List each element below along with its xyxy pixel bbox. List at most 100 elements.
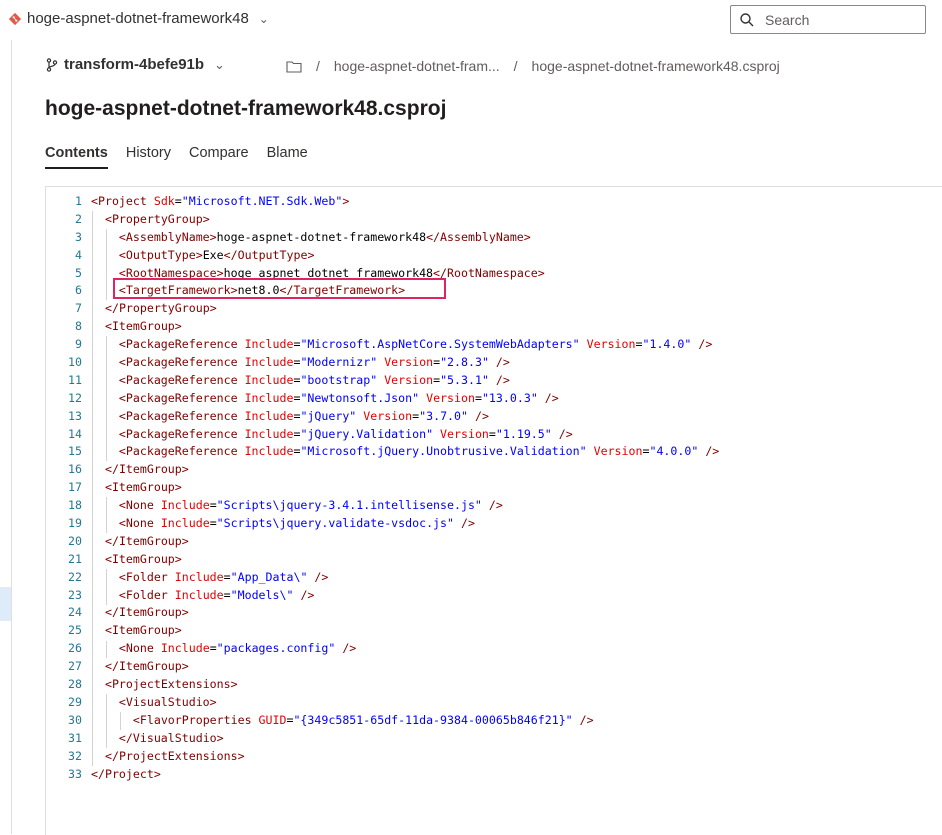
line-text: <PackageReference Include="Newtonsoft.Js… [118,390,559,405]
tab-history[interactable]: History [126,145,171,169]
code-line: 20 </ItemGroup> [46,533,719,551]
line-number: 20 [68,533,82,548]
line-text: </VisualStudio> [118,730,224,745]
line-text: <Project Sdk="Microsoft.NET.Sdk.Web"> [91,194,350,208]
code-line: 22 <Folder Include="App_Data\" /> [46,569,719,587]
line-number: 7 [75,301,82,316]
line-text: <ItemGroup> [104,319,182,334]
file-tabs: Contents History Compare Blame [45,145,326,169]
code-line: 8 <ItemGroup> [46,318,719,336]
code-line: 10 <PackageReference Include="Modernizr"… [46,354,719,372]
line-number: 2 [75,211,82,226]
code-line: 28 <ProjectExtensions> [46,676,719,694]
line-text: <PackageReference Include="Microsoft.jQu… [118,444,720,459]
line-number: 33 [68,766,82,781]
code-line: 32 </ProjectExtensions> [46,748,719,766]
line-number: 31 [68,730,82,745]
line-number: 11 [68,372,82,387]
line-number: 29 [68,694,82,709]
repo-name: hoge-aspnet-dotnet-framework48 [27,10,249,27]
breadcrumb-file[interactable]: hoge-aspnet-dotnet-framework48.csproj [532,58,780,74]
code-line: 3 <AssemblyName>hoge-aspnet-dotnet-frame… [46,229,719,247]
chevron-down-icon: ⌄ [214,56,225,72]
target-framework-highlight [113,278,446,299]
code-line: 19 <None Include="Scripts\jquery.validat… [46,515,719,533]
indent-guide [120,712,121,730]
line-number: 5 [75,265,82,280]
branch-icon [46,57,58,72]
line-text: <PackageReference Include="jQuery.Valida… [118,426,573,441]
line-text: <Folder Include="Models\" /> [118,587,315,602]
indent-guide [106,640,107,659]
code-line: 30 <FlavorProperties GUID="{349c5851-65d… [46,712,719,730]
line-number: 14 [68,426,82,441]
line-number: 24 [68,605,82,620]
line-number: 3 [75,229,82,244]
line-number: 28 [68,677,82,692]
line-text: <None Include="Scripts\jquery.validate-v… [118,516,475,531]
line-number: 17 [68,480,82,495]
code-line: 7 </PropertyGroup> [46,300,719,318]
code-line: 21 <ItemGroup> [46,551,719,569]
search-box[interactable] [730,5,926,34]
chevron-down-icon: ⌄ [258,11,269,26]
search-input[interactable] [763,10,917,29]
breadcrumb-folder[interactable]: hoge-aspnet-dotnet-fram... [334,58,500,74]
line-text: <ItemGroup> [104,551,182,566]
indent-guide [106,568,107,605]
line-text: <Folder Include="App_Data\" /> [118,569,329,584]
line-text: <OutputType>Exe</OutputType> [118,247,315,262]
line-number: 16 [68,462,82,477]
line-text: <PackageReference Include="bootstrap" Ve… [118,372,510,387]
line-number: 27 [68,659,82,674]
code-line: 27 </ItemGroup> [46,658,719,676]
line-text: <PropertyGroup> [104,211,210,226]
top-bar: hoge-aspnet-dotnet-framework48 ⌄ [0,0,942,40]
git-repo-icon [8,12,22,25]
search-icon [740,12,754,26]
code-line: 11 <PackageReference Include="bootstrap"… [46,372,719,390]
line-number: 10 [68,355,82,370]
line-text: </ItemGroup> [104,659,189,674]
line-text: <ItemGroup> [104,480,182,495]
page-title: hoge-aspnet-dotnet-framework48.csproj [45,97,447,120]
line-number: 32 [68,748,82,763]
line-text: <None Include="Scripts\jquery-3.4.1.inte… [118,498,503,513]
line-text: </ItemGroup> [104,462,189,477]
indent-guide [92,210,93,766]
code-line: 18 <None Include="Scripts\jquery-3.4.1.i… [46,497,719,515]
line-number: 13 [68,408,82,423]
line-text: <ItemGroup> [104,623,182,638]
code-line: 33 </Project> [46,766,719,784]
code-line: 31 </VisualStudio> [46,730,719,748]
code-line: 26 <None Include="packages.config" /> [46,640,719,658]
line-number: 23 [68,587,82,602]
code-line: 23 <Folder Include="Models\" /> [46,587,719,605]
code-line: 12 <PackageReference Include="Newtonsoft… [46,390,719,408]
line-number: 1 [75,194,82,208]
line-number: 12 [68,390,82,405]
line-text: <PackageReference Include="jQuery" Versi… [118,408,489,423]
breadcrumb-separator: / [513,58,518,74]
indent-guide [106,694,107,748]
line-number: 9 [75,337,82,352]
line-number: 19 [68,516,82,531]
tab-contents[interactable]: Contents [45,145,108,169]
line-number: 26 [68,641,82,656]
code-line: 24 </ItemGroup> [46,604,719,622]
tab-compare[interactable]: Compare [189,145,249,169]
line-text: </PropertyGroup> [104,301,217,316]
line-text: <PackageReference Include="Modernizr" Ve… [118,355,510,370]
code-line: 1 <Project Sdk="Microsoft.NET.Sdk.Web"> [46,193,719,211]
line-text: <PackageReference Include="Microsoft.Asp… [118,337,713,352]
indent-guide [106,497,107,534]
line-number: 21 [68,551,82,566]
code-line: 4 <OutputType>Exe</OutputType> [46,247,719,265]
tab-blame[interactable]: Blame [267,145,308,169]
code-line: 25 <ItemGroup> [46,622,719,640]
folder-icon[interactable] [286,60,302,73]
repo-selector[interactable]: hoge-aspnet-dotnet-framework48 ⌄ [8,10,269,27]
line-number: 15 [68,444,82,459]
branch-selector[interactable]: transform-4befe91b ⌄ [46,56,225,73]
code-line: 14 <PackageReference Include="jQuery.Val… [46,426,719,444]
